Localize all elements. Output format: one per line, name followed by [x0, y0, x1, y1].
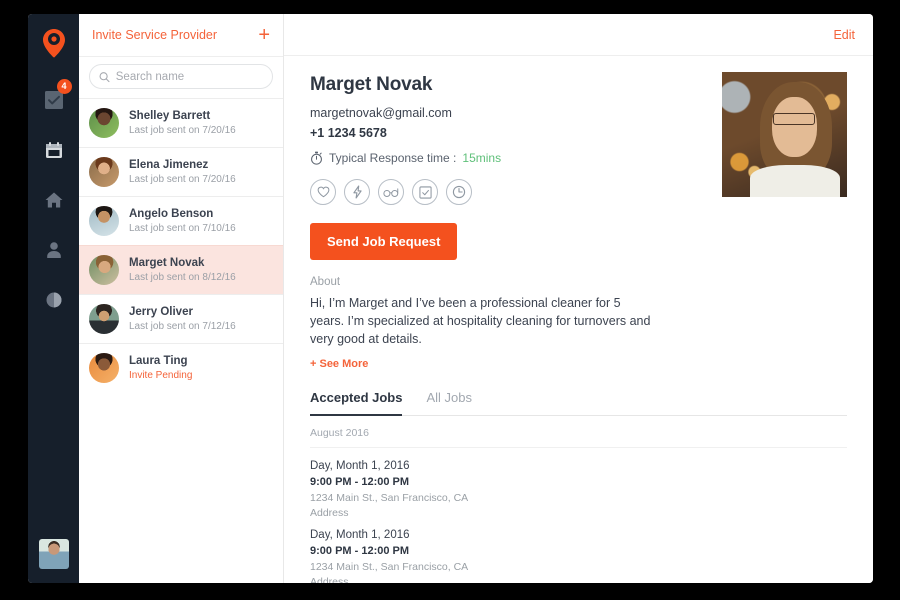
glasses-icon[interactable]	[378, 179, 404, 205]
job-time: 9:00 PM - 12:00 PM	[310, 476, 410, 489]
send-job-request-button[interactable]: Send Job Request	[310, 223, 458, 260]
detail-header: Edit	[284, 14, 873, 56]
list-item-name: Angelo Benson	[129, 207, 214, 220]
list-item-name: Shelley Barrett	[129, 109, 211, 122]
sidebar-item-calendar[interactable]	[37, 133, 71, 167]
person-icon	[46, 242, 61, 258]
heart-icon[interactable]	[310, 179, 336, 205]
list-item-name: Jerry Oliver	[129, 305, 193, 318]
list-item-name: Marget Novak	[129, 256, 205, 269]
list-item[interactable]: Angelo Benson Last job sent on 7/10/16	[79, 196, 283, 245]
response-time-value: 15mins	[462, 151, 502, 165]
detail-panel: Edit Marget Novak margetnovak@gmail.com …	[284, 14, 873, 583]
list-item-subtitle: Last job sent on 7/12/16	[129, 320, 236, 332]
provider-list: Shelley Barrett Last job sent on 7/20/16…	[79, 98, 283, 583]
job-address-label: Address	[310, 506, 349, 519]
plus-icon[interactable]: +	[258, 25, 270, 45]
location-pin-logo-icon[interactable]	[41, 28, 67, 63]
list-item-name: Elena Jimenez	[129, 158, 209, 171]
sidebar-item-profile[interactable]	[37, 233, 71, 267]
about-label: About	[310, 276, 341, 288]
tasks-badge-count: 4	[56, 79, 72, 94]
provider-list-panel: Invite Service Provider + Shelley Barret…	[79, 14, 284, 583]
clock-icon[interactable]	[446, 179, 472, 205]
search-input[interactable]	[115, 70, 263, 83]
list-item-subtitle: Last job sent on 7/10/16	[129, 222, 236, 234]
jobs-list: Day, Month 1, 2016 9:00 PM - 12:00 PM 12…	[310, 448, 847, 583]
profile-photo	[722, 72, 847, 197]
avatar-image	[38, 539, 69, 569]
pie-chart-icon	[46, 292, 61, 308]
list-item[interactable]: Day, Month 1, 2016 9:00 PM - 12:00 PM 12…	[310, 454, 847, 523]
job-date: Day, Month 1, 2016	[310, 460, 410, 473]
tab-all-jobs[interactable]: All Jobs	[426, 390, 472, 415]
photo-shirt	[749, 164, 840, 197]
about-text: Hi, I’m Marget and I’ve been a professio…	[310, 296, 651, 347]
list-item-subtitle: Last job sent on 7/20/16	[129, 173, 236, 185]
profile-row: Marget Novak margetnovak@gmail.com +1 12…	[310, 72, 847, 205]
profile-phone: +1 1234 5678	[310, 126, 387, 140]
job-address: 1234 Main St., San Francisco, CA	[310, 560, 469, 573]
avatar	[89, 157, 119, 187]
avatar	[89, 206, 119, 236]
profile-info: Marget Novak margetnovak@gmail.com +1 12…	[310, 72, 501, 205]
avatar	[89, 255, 119, 285]
sidebar-rail: 4	[28, 14, 79, 583]
month-label: August 2016	[310, 416, 847, 449]
list-item[interactable]: Elena Jimenez Last job sent on 7/20/16	[79, 147, 283, 196]
sidebar-item-tasks[interactable]: 4	[37, 79, 72, 117]
skill-badges	[310, 179, 501, 205]
provider-list-header: Invite Service Provider +	[79, 14, 283, 56]
profile-email: margetnovak@gmail.com	[310, 106, 452, 120]
search-container	[79, 56, 283, 98]
photo-glasses-icon	[773, 113, 815, 125]
list-item-selected[interactable]: Marget Novak Last job sent on 8/12/16	[79, 245, 283, 294]
sidebar-item-reports[interactable]	[37, 283, 71, 317]
avatar	[89, 108, 119, 138]
avatar[interactable]	[38, 539, 69, 569]
calendar-icon	[45, 142, 62, 158]
response-time-row: Typical Response time : 15mins	[310, 151, 501, 165]
avatar	[89, 353, 119, 383]
response-time-label: Typical Response time :	[329, 151, 457, 165]
list-item-subtitle: Last job sent on 7/20/16	[129, 124, 236, 136]
list-item[interactable]: Jerry Oliver Last job sent on 7/12/16	[79, 294, 283, 343]
list-item[interactable]: Shelley Barrett Last job sent on 7/20/16	[79, 98, 283, 147]
detail-body: Marget Novak margetnovak@gmail.com +1 12…	[284, 56, 873, 583]
list-item-name: Laura Ting	[129, 354, 188, 367]
see-more-link[interactable]: + See More	[310, 358, 368, 370]
jobs-tabs: Accepted Jobs All Jobs	[310, 390, 847, 417]
check-square-icon[interactable]	[412, 179, 438, 205]
page-title: Invite Service Provider	[92, 28, 218, 42]
avatar	[89, 304, 119, 334]
job-address-label: Address	[310, 575, 349, 583]
job-time: 9:00 PM - 12:00 PM	[310, 545, 410, 558]
job-date: Day, Month 1, 2016	[310, 529, 410, 542]
search-icon	[99, 71, 110, 82]
tab-accepted-jobs[interactable]: Accepted Jobs	[310, 390, 403, 417]
stopwatch-icon	[311, 151, 322, 165]
job-address: 1234 Main St., San Francisco, CA	[310, 491, 469, 504]
app-window: 4 Invite Service Provider + Search name …	[28, 14, 873, 583]
home-icon	[45, 192, 62, 208]
list-item[interactable]: Day, Month 1, 2016 9:00 PM - 12:00 PM 12…	[310, 523, 847, 583]
edit-button[interactable]: Edit	[833, 28, 855, 42]
photo-face	[772, 97, 817, 157]
search-box[interactable]	[89, 64, 273, 89]
list-item[interactable]: Laura Ting Invite Pending	[79, 343, 283, 392]
sidebar-item-home[interactable]	[37, 183, 71, 217]
profile-name: Marget Novak	[310, 74, 433, 95]
status-badge: Invite Pending	[129, 369, 193, 381]
list-item-subtitle: Last job sent on 8/12/16	[129, 271, 236, 283]
lightning-bolt-icon[interactable]	[344, 179, 370, 205]
